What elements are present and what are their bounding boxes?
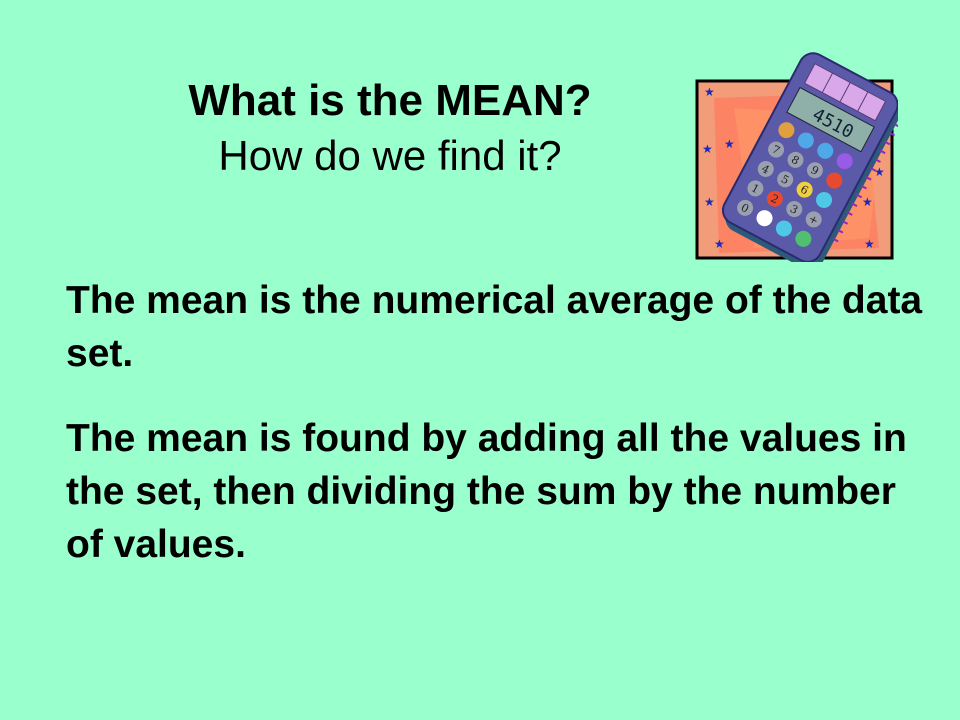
svg-text:★: ★ <box>874 165 885 179</box>
slide-body: The mean is the numerical average of the… <box>66 274 926 603</box>
svg-text:★: ★ <box>704 195 715 209</box>
paragraph-mean-method: The mean is found by adding all the valu… <box>66 417 907 566</box>
svg-text:★: ★ <box>724 137 735 151</box>
svg-text:★: ★ <box>714 237 725 251</box>
svg-text:★: ★ <box>704 85 715 99</box>
slide-title: What is the MEAN? <box>188 76 592 125</box>
slide: What is the MEAN? How do we find it? ★ ★ … <box>0 0 960 720</box>
svg-text:★: ★ <box>862 195 873 209</box>
calculator-clipart-icon: ★★ ★★ ★★ ★★ ★★ 4510 7 8 9 <box>695 52 898 262</box>
paragraph-mean-definition: The mean is the numerical average of the… <box>66 279 923 375</box>
slide-subtitle: How do we find it? <box>218 132 562 179</box>
svg-text:★: ★ <box>702 142 713 156</box>
slide-title-block: What is the MEAN? How do we find it? <box>90 72 690 182</box>
svg-text:★: ★ <box>864 237 875 251</box>
